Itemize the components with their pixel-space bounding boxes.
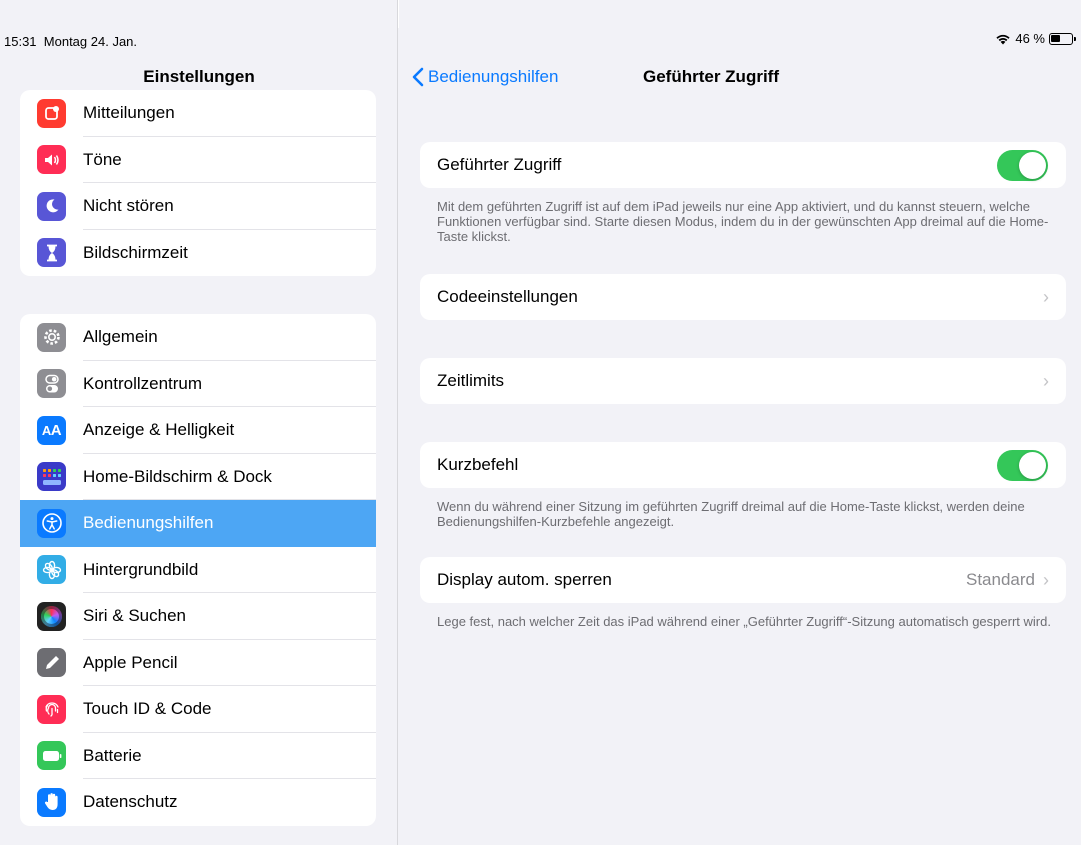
- sidebar-item-label: Bedienungshilfen: [83, 513, 214, 533]
- back-button-label: Bedienungshilfen: [428, 67, 559, 86]
- sidebar-item-fingerprint[interactable]: Touch ID & Code: [20, 686, 376, 733]
- wifi-icon: [996, 34, 1010, 44]
- sidebar-item-battery[interactable]: Batterie: [20, 733, 376, 780]
- fingerprint-icon: [37, 694, 66, 724]
- accessibility-icon: [37, 508, 66, 538]
- passcode-settings-label: Codeeinstellungen: [437, 287, 578, 306]
- guided-access-note: Mit dem geführten Zugriff ist auf dem iP…: [437, 199, 1049, 244]
- sidebar-item-label: Anzeige & Helligkeit: [83, 420, 235, 440]
- sidebar-item-moon[interactable]: Nicht stören: [20, 183, 376, 230]
- sidebar-item-grid[interactable]: Home-Bildschirm & Dock: [20, 454, 376, 501]
- text-size-icon: AA: [37, 415, 66, 445]
- sidebar-item-pencil[interactable]: Apple Pencil: [20, 640, 376, 687]
- sidebar-item-label: Allgemein: [83, 327, 158, 347]
- chevron-right-icon: ›: [1043, 569, 1049, 590]
- sidebar-item-toggles[interactable]: Kontrollzentrum: [20, 361, 376, 408]
- time-limits-row[interactable]: Zeitlimits ›: [420, 358, 1066, 404]
- guided-access-label: Geführter Zugriff: [437, 155, 562, 174]
- shortcut-toggle[interactable]: [997, 449, 1048, 481]
- battery-icon: [37, 741, 66, 771]
- detail-pane: 46 %: [399, 0, 1081, 845]
- siri-icon: [37, 601, 66, 631]
- status-indicators: 46 %: [995, 31, 1076, 46]
- back-button[interactable]: Bedienungshilfen: [412, 67, 558, 87]
- auto-lock-label: Display autom. sperren: [437, 570, 612, 589]
- toggles-icon: [37, 369, 66, 399]
- time-limits-label: Zeitlimits: [437, 371, 505, 390]
- sidebar-item-speaker[interactable]: Töne: [20, 137, 376, 184]
- sidebar-item-hand[interactable]: Datenschutz: [20, 779, 376, 826]
- moon-icon: [37, 191, 66, 221]
- speaker-icon: [37, 145, 66, 175]
- hand-icon: [37, 787, 66, 817]
- sidebar-item-label: Siri & Suchen: [83, 606, 186, 626]
- sidebar-title: Einstellungen: [143, 67, 255, 86]
- sidebar-item-label: Kontrollzentrum: [83, 373, 203, 393]
- grid-icon: [37, 462, 66, 492]
- chevron-right-icon: ›: [1043, 370, 1049, 391]
- sidebar-group-notifications: Mitteilungen Töne Nicht stören Bildschirmze…: [20, 90, 376, 276]
- chevron-right-icon: ›: [1043, 286, 1049, 307]
- gear-icon: [37, 322, 66, 352]
- chevron-left-icon: [412, 67, 424, 87]
- sidebar-item-label: Nicht stören: [83, 196, 174, 216]
- flower-icon: [37, 555, 66, 585]
- sidebar-item-hourglass[interactable]: Bildschirmzeit: [20, 230, 376, 277]
- page-title: Geführter Zugriff: [643, 67, 779, 86]
- shortcut-label: Kurzbefehl: [437, 455, 519, 474]
- bell-icon: [37, 98, 66, 128]
- sidebar-item-label: Bildschirmzeit: [83, 242, 188, 262]
- sidebar-item-label: Home-Bildschirm & Dock: [83, 466, 272, 486]
- sidebar-item-label: Töne: [83, 149, 122, 169]
- sidebar-item-label: Batterie: [83, 745, 142, 765]
- shortcut-note: Wenn du während einer Sitzung im geführt…: [437, 499, 1025, 529]
- status-clock: 15:31: [4, 34, 37, 49]
- sidebar-item-bell[interactable]: Mitteilungen: [20, 90, 376, 137]
- sidebar-item-siri[interactable]: Siri & Suchen: [20, 593, 376, 640]
- sidebar-item-accessibility[interactable]: Bedienungshilfen: [20, 500, 376, 547]
- sidebar-item-label: Apple Pencil: [83, 652, 178, 672]
- auto-lock-value: Standard: [966, 570, 1035, 589]
- pencil-icon: [37, 648, 66, 678]
- sidebar-item-label: Mitteilungen: [83, 103, 175, 123]
- guided-access-toggle[interactable]: [997, 149, 1048, 181]
- status-time: 15:31 Montag 24. Jan.: [4, 34, 137, 49]
- battery-percent: 46 %: [1015, 31, 1045, 46]
- hourglass-icon: [37, 238, 66, 268]
- status-date: Montag 24. Jan.: [43, 34, 138, 49]
- sidebar-item-flower[interactable]: Hintergrundbild: [20, 547, 376, 594]
- passcode-settings-row[interactable]: Codeeinstellungen ›: [420, 274, 1066, 320]
- sidebar-item-gear[interactable]: Allgemein: [20, 314, 376, 361]
- shortcut-row: Kurzbefehl: [420, 442, 1066, 488]
- sidebar-item-label: Datenschutz: [83, 792, 178, 812]
- auto-lock-row[interactable]: Display autom. sperren Standard ›: [420, 557, 1066, 603]
- sidebar: 15:31 Montag 24. Jan. Einstellungen Mitt…: [0, 0, 398, 845]
- sidebar-group-general: Allgemein Kontrollzentrum AA Anzeige & Hell…: [20, 314, 376, 826]
- sidebar-item-label: Hintergrundbild: [83, 559, 199, 579]
- sidebar-item-text-size[interactable]: AA Anzeige & Helligkeit: [20, 407, 376, 454]
- auto-lock-note: Lege fest, nach welcher Zeit das iPad wä…: [437, 614, 1051, 629]
- battery-icon: [1049, 32, 1076, 45]
- sidebar-item-label: Touch ID & Code: [83, 699, 212, 719]
- guided-access-row: Geführter Zugriff: [420, 142, 1066, 188]
